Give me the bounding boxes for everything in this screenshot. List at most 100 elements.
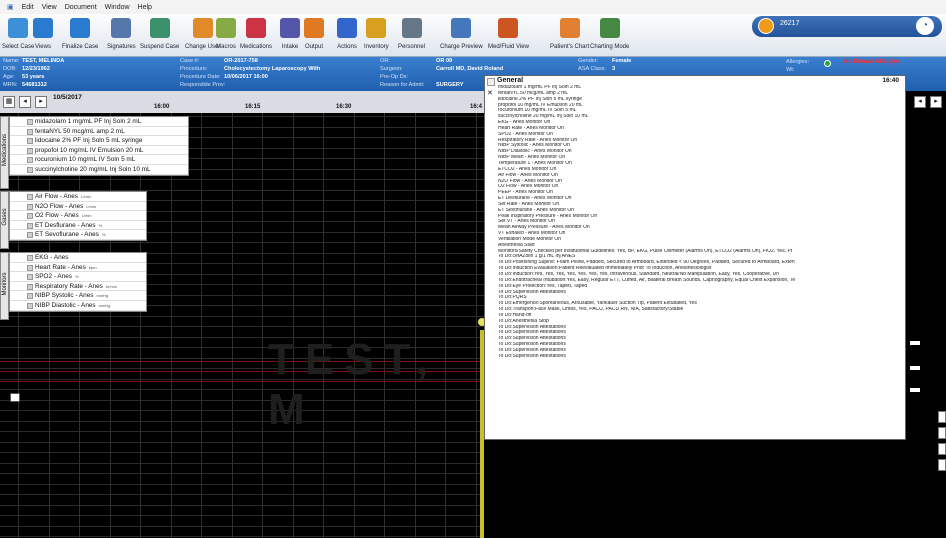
expand-button[interactable] xyxy=(10,393,20,402)
toolbar-label: Select Case xyxy=(2,44,35,50)
row-label: succinylcholine 20 mg/mL Inj Soln 10 mL xyxy=(35,165,151,173)
toolbar-label: Finalize Case xyxy=(62,44,99,50)
toolbar-personnelbutton[interactable]: Personnel xyxy=(398,14,425,57)
toolbar-finalize-casebutton[interactable]: Finalize Case xyxy=(62,14,98,57)
gender: Female xyxy=(612,58,632,64)
chart-row-item[interactable]: Air Flow - Anes L/min xyxy=(10,192,146,202)
row-toggle-icon[interactable] xyxy=(27,293,33,300)
toolbar-suspend-casebutton[interactable]: Suspend Case xyxy=(140,14,179,57)
nav-prev-button[interactable]: ◂ xyxy=(19,96,31,108)
toolbar-label: Output xyxy=(304,44,323,50)
popup-time: 16:40 xyxy=(882,77,899,84)
grid-line xyxy=(0,441,484,443)
row-toggle-icon[interactable] xyxy=(27,128,33,135)
chart-row-item[interactable]: ET Sevoflurane - Anes% xyxy=(10,230,146,240)
toolbar-patient-s-chartbutton[interactable]: Patient's Chart xyxy=(550,14,589,57)
toolbar-med-fluid-viewbutton[interactable]: Med/Fluid View xyxy=(488,14,529,57)
row-toggle-icon[interactable] xyxy=(27,232,33,239)
user-avatar[interactable] xyxy=(758,18,774,34)
procedure-date-label: Procedure Date: xyxy=(180,74,221,80)
chart-row-item[interactable]: succinylcholine 20 mg/mL Inj Soln 10 mL xyxy=(10,165,188,175)
row-toggle-icon[interactable] xyxy=(27,166,33,173)
row-toggle-icon[interactable] xyxy=(27,119,33,125)
chart-row-item[interactable]: SPO2 - Anes% xyxy=(10,272,146,282)
toolbar-select-casebutton[interactable]: Select Case xyxy=(2,14,34,57)
chart-row-item[interactable]: lidocaine 2% PF Inj Soln 5 mL syringe xyxy=(10,136,188,146)
row-toggle-icon[interactable] xyxy=(27,222,33,229)
side-button[interactable] xyxy=(938,411,946,423)
menu-document[interactable]: Document xyxy=(61,4,101,11)
side-button[interactable] xyxy=(938,427,946,439)
intake-icon xyxy=(280,18,300,38)
toolbar-intakebutton[interactable]: Intake xyxy=(280,14,300,57)
toolbar-actionsbutton[interactable]: Actions xyxy=(337,14,357,57)
close-icon[interactable]: ✕ xyxy=(487,89,493,97)
toolbar-label: Actions xyxy=(337,44,357,50)
toolbar-charting-modebutton[interactable]: Charting Mode xyxy=(590,14,629,57)
row-label: Air Flow - Anes xyxy=(35,193,78,200)
menu-view[interactable]: View xyxy=(38,4,61,11)
row-toggle-icon[interactable] xyxy=(27,147,33,154)
suspend-icon xyxy=(149,18,170,38)
gases-section-label: Gases xyxy=(0,191,9,249)
chart-row-item[interactable]: ET Desflurane - Anes% xyxy=(10,221,146,231)
chart-row-item[interactable]: Heart Rate - Anes bpm xyxy=(10,263,146,273)
nav-date: 10/5/2017 xyxy=(53,94,82,101)
scroll-right-button[interactable]: ▸ xyxy=(930,96,942,108)
row-toggle-icon[interactable] xyxy=(27,283,33,290)
grid-line xyxy=(48,113,50,538)
toolbar-outputbutton[interactable]: Output xyxy=(304,14,324,57)
grid-line xyxy=(0,525,484,527)
row-label: NIBP Diastolic - Anes xyxy=(35,301,96,309)
chart-row-item[interactable]: O2 Flow - Anes L/min xyxy=(10,211,146,221)
side-button[interactable] xyxy=(938,443,946,455)
chart-row-item[interactable]: NIBP Systolic - Anes mmHg xyxy=(10,291,146,301)
side-button[interactable] xyxy=(938,459,946,471)
row-toggle-icon[interactable] xyxy=(27,264,33,271)
toolbar-viewsbutton[interactable]: Views xyxy=(33,14,53,57)
row-toggle-icon[interactable] xyxy=(27,194,33,200)
procedure: Cholecystectomy Laparoscopy With xyxy=(224,66,321,72)
toolbar-signaturesbutton[interactable]: Signatures xyxy=(107,14,136,57)
toolbar-medicationsbutton[interactable]: Medications xyxy=(240,14,272,57)
row-label: fentaNYL 50 mcg/mL amp 2 mL xyxy=(35,127,125,135)
right-scale-panel: ◂ ▸ xyxy=(906,91,946,538)
surgeon-label: Surgeon: xyxy=(380,66,403,72)
charting-mode-icon xyxy=(599,18,620,38)
toolbar-charge-previewbutton[interactable]: Charge Preview xyxy=(440,14,483,57)
chart-row-item[interactable]: N2O Flow - Anes L/min xyxy=(10,202,146,212)
row-toggle-icon[interactable] xyxy=(27,138,33,145)
chart-row-item[interactable]: fentaNYL 50 mcg/mL amp 2 mL xyxy=(10,127,188,137)
chart-row-item[interactable]: Respiratory Rate - Anes br/min xyxy=(10,282,146,292)
calendar-icon[interactable]: ▦ xyxy=(3,96,15,108)
chart-row-item[interactable]: rocuronium 10 mg/mL IV Soln 5 mL xyxy=(10,155,188,165)
gases-list: Air Flow - Anes L/min N2O Flow - Anes L/min… xyxy=(9,191,147,241)
row-toggle-icon[interactable] xyxy=(27,302,33,309)
toolbar-label: Personnel xyxy=(398,44,426,50)
chart-row-item[interactable]: propofol 10 mg/mL IV Emulsion 20 mL xyxy=(10,146,188,156)
menu-window[interactable]: Window xyxy=(101,4,134,11)
scale-tick xyxy=(910,341,920,345)
name-label: Name: xyxy=(3,58,20,64)
grid-line xyxy=(323,113,324,538)
row-toggle-icon[interactable] xyxy=(27,255,33,261)
row-toggle-icon[interactable] xyxy=(27,203,33,210)
chart-grid[interactable]: midazolam 1 mg/mL PF Inj Soln 2 mL fentaN… xyxy=(0,113,484,538)
scroll-left-button[interactable]: ◂ xyxy=(914,96,926,108)
menu-app-icon[interactable]: ▣ xyxy=(3,3,18,11)
menu-edit[interactable]: Edit xyxy=(18,4,38,11)
row-toggle-icon[interactable] xyxy=(27,213,33,220)
chart-row-item[interactable]: EKG - Anes xyxy=(10,253,146,263)
user-menu-icon[interactable]: ◔ xyxy=(916,17,934,35)
menu-help[interactable]: Help xyxy=(134,4,156,11)
finalize-icon xyxy=(70,18,91,38)
row-toggle-icon[interactable] xyxy=(27,157,33,164)
chart-row-item[interactable]: NIBP Diastolic - Anes mmHg xyxy=(10,301,146,311)
toolbar-macrosbutton[interactable]: Macros xyxy=(216,14,236,57)
toolbar-inventorybutton[interactable]: Inventory xyxy=(364,14,389,57)
chart-row-item[interactable]: midazolam 1 mg/mL PF Inj Soln 2 mL xyxy=(10,117,188,127)
allergies-label: Allergies: xyxy=(786,59,810,65)
row-toggle-icon[interactable] xyxy=(27,274,33,281)
event-detail-popup[interactable]: ✕ General 16:40 midazolam 1 mg/mL PF Inj… xyxy=(484,75,906,440)
nav-next-button[interactable]: ▸ xyxy=(35,96,47,108)
